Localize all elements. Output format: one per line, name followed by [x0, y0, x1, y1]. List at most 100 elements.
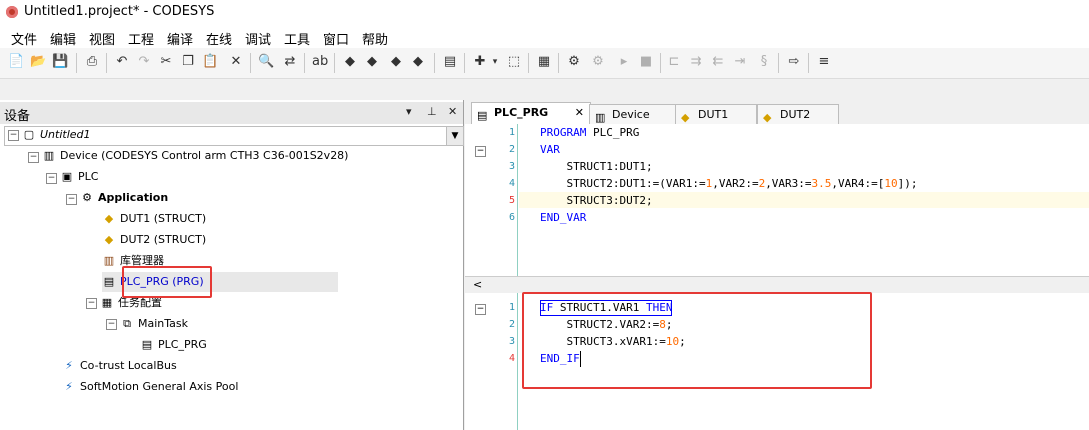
devices-panel-title: 设备 [4, 109, 31, 124]
menu-more-icon[interactable]: ≡ [816, 54, 832, 70]
scroll-left-icon[interactable]: < [473, 278, 482, 291]
code-token: ]); [897, 177, 918, 190]
breakpoint-icon[interactable]: ⊏ [666, 54, 682, 70]
menu-view[interactable]: 视图 [89, 29, 115, 48]
code-token: ,VAR2:= [712, 177, 759, 190]
copy-icon[interactable]: ❐ [180, 54, 196, 70]
collapse-toggle-icon[interactable]: − [8, 130, 19, 141]
declaration-editor[interactable]: − 1 2 3 4 5 6 PROGRAM PLC_PRG VAR STRUCT… [465, 124, 1089, 276]
tab-dut1[interactable]: ◆ DUT1 [675, 104, 757, 124]
tree-item-localbus[interactable]: ⚡ Co-trust LocalBus [62, 356, 177, 376]
step-over-icon[interactable]: ⇉ [688, 54, 704, 70]
struct-icon: ◆ [104, 233, 114, 246]
menu-debug[interactable]: 调试 [245, 29, 271, 48]
task-icon: ⧉ [123, 317, 131, 330]
tree-item-plc[interactable]: ▣ PLC [60, 167, 99, 187]
tree-item-maintask[interactable]: ⧉ MainTask [120, 314, 188, 334]
menu-tools[interactable]: 工具 [284, 29, 310, 48]
fold-toggle-icon[interactable]: − [475, 304, 486, 315]
menu-project[interactable]: 工程 [128, 29, 154, 48]
text-format-icon[interactable]: ab [312, 54, 328, 70]
print-icon[interactable]: ⎙ [84, 54, 100, 70]
code-line[interactable]: VAR [540, 142, 560, 158]
open-file-icon[interactable]: ⬚ [506, 54, 522, 70]
add-object-icon[interactable]: ✚ [472, 54, 488, 70]
menu-build[interactable]: 编译 [167, 29, 193, 48]
run-icon[interactable]: ▸ [616, 54, 632, 70]
next-icon[interactable]: ⇨ [786, 54, 802, 70]
logout-icon[interactable]: ⚙ [590, 54, 606, 70]
collapse-toggle-icon[interactable]: − [46, 173, 57, 184]
number-token: 10 [884, 177, 898, 190]
collapse-toggle-icon[interactable]: − [28, 152, 39, 163]
code-token: ,VAR3:= [765, 177, 812, 190]
step-out-icon[interactable]: ⇥ [732, 54, 748, 70]
window-title: Untitled1.project* - CODESYS [24, 4, 215, 19]
delete-icon[interactable]: ✕ [228, 54, 244, 70]
panel-dropdown-icon[interactable]: ▾ [406, 105, 412, 118]
collapse-toggle-icon[interactable]: − [106, 319, 117, 330]
code-token: STRUCT2:DUT1:=(VAR1:= [540, 177, 706, 190]
tree-item-task-plc-prg[interactable]: ▤ PLC_PRG [140, 335, 207, 355]
highlight-box-code [522, 292, 872, 389]
bookmark-icon[interactable]: ◆ [342, 54, 358, 70]
menu-edit[interactable]: 编辑 [50, 29, 76, 48]
library-icon: ▥ [103, 254, 115, 267]
task-config-icon: ▦ [101, 296, 113, 309]
collapse-toggle-icon[interactable]: − [86, 298, 97, 309]
clipboard-icon[interactable]: ▤ [442, 54, 458, 70]
fold-toggle-icon[interactable]: − [475, 146, 486, 157]
tree-item-device[interactable]: ▥ Device (CODESYS Control arm CTH3 C36-00… [42, 146, 349, 166]
paste-icon[interactable]: 📋 [202, 54, 218, 70]
undo-icon[interactable]: ↶ [114, 54, 130, 70]
code-line[interactable]: PROGRAM PLC_PRG [540, 125, 639, 141]
replace-icon[interactable]: ⇄ [282, 54, 298, 70]
panel-pin-icon[interactable]: ⊥ [427, 105, 437, 118]
tab-dut2[interactable]: ◆ DUT2 [757, 104, 839, 124]
force-icon[interactable]: § [756, 54, 772, 70]
menu-help[interactable]: 帮助 [362, 29, 388, 48]
project-icon: ▢ [23, 128, 35, 141]
step-into-icon[interactable]: ⇇ [710, 54, 726, 70]
code-line[interactable]: END_VAR [540, 210, 586, 226]
bookmark-prev-icon[interactable]: ◆ [388, 54, 404, 70]
new-project-icon[interactable]: 📄 [8, 54, 24, 70]
code-line[interactable]: STRUCT2:DUT1:=(VAR1:=1,VAR2:=2,VAR3:=3.5… [540, 176, 918, 192]
menu-file[interactable]: 文件 [11, 29, 37, 48]
calendar-icon[interactable]: ▦ [536, 54, 552, 70]
tab-device[interactable]: ▥ Device [589, 104, 677, 124]
panel-close-icon[interactable]: ✕ [448, 105, 457, 118]
code-token: STRUCT1:DUT1; [540, 160, 653, 173]
tree-item-project[interactable]: ▢ Untitled1 [22, 125, 91, 145]
redo-icon[interactable]: ↷ [136, 54, 152, 70]
bus-icon: ⚡ [65, 359, 73, 372]
login-icon[interactable]: ⚙ [566, 54, 582, 70]
collapse-toggle-icon[interactable]: − [66, 194, 77, 205]
chevron-down-icon[interactable]: ▼ [446, 127, 463, 145]
tree-item-dut1[interactable]: ◆ DUT1 (STRUCT) [102, 209, 206, 229]
devices-panel-header: 设备 ▾ ⊥ ✕ [0, 102, 463, 124]
bookmark-clear-icon[interactable]: ◆ [410, 54, 426, 70]
save-icon[interactable]: 💾 [52, 54, 68, 70]
tree-item-dut2[interactable]: ◆ DUT2 (STRUCT) [102, 230, 206, 250]
code-line[interactable]: STRUCT1:DUT1; [540, 159, 653, 175]
code-line[interactable]: STRUCT3:DUT2; [540, 193, 652, 209]
program-icon: ▤ [103, 275, 115, 288]
tab-plc-prg[interactable]: ▤ PLC_PRG ✕ [471, 102, 591, 125]
tab-close-icon[interactable]: ✕ [575, 103, 584, 122]
application-gear-icon: ⚙ [82, 191, 92, 204]
tree-item-application[interactable]: ⚙ Application [80, 188, 168, 208]
menu-online[interactable]: 在线 [206, 29, 232, 48]
program-icon: ▤ [477, 109, 488, 122]
keyword-token: END_VAR [540, 211, 587, 224]
dropdown-arrow-icon[interactable]: ▾ [490, 54, 500, 70]
title-bar: Untitled1.project* - CODESYS [0, 0, 1089, 26]
stop-icon[interactable]: ■ [638, 54, 654, 70]
menu-window[interactable]: 窗口 [323, 29, 349, 48]
tree-item-axis-pool[interactable]: ⚡ SoftMotion General Axis Pool [62, 377, 238, 397]
cut-icon[interactable]: ✂ [158, 54, 174, 70]
bookmark-next-icon[interactable]: ◆ [364, 54, 380, 70]
open-project-icon[interactable]: 📂 [30, 54, 46, 70]
menu-bar: 文件 编辑 视图 工程 编译 在线 调试 工具 窗口 帮助 [0, 26, 1089, 48]
find-icon[interactable]: 🔍 [258, 54, 274, 70]
